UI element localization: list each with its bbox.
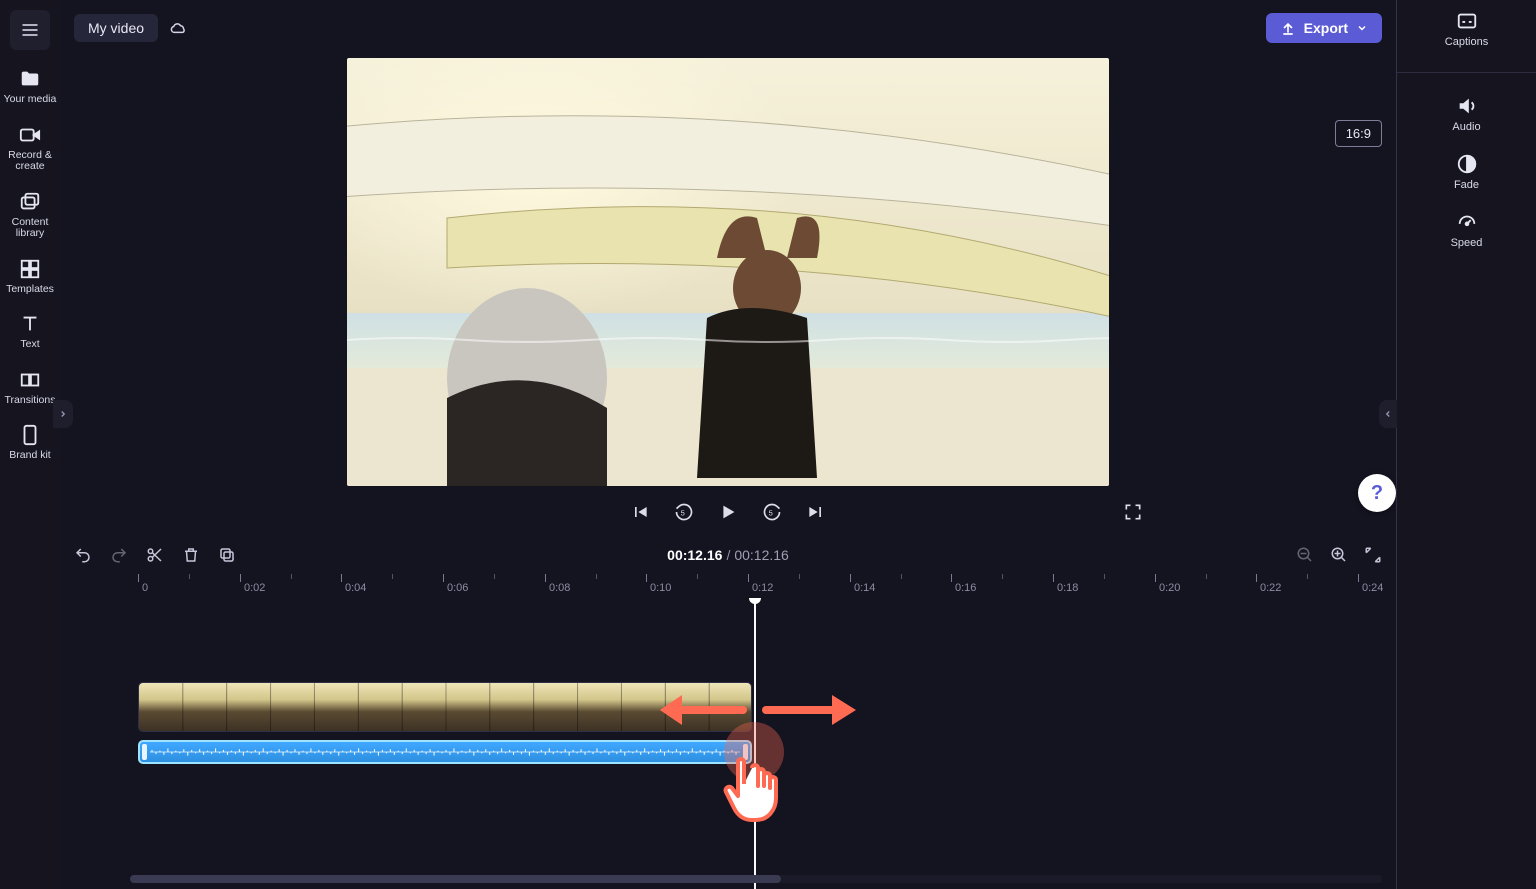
svg-text:5: 5 xyxy=(769,508,773,517)
sidebar-item-label: Audio xyxy=(1452,121,1480,133)
text-icon xyxy=(19,313,41,335)
main-menu-button[interactable] xyxy=(10,10,50,50)
sidebar-item-label: Fade xyxy=(1454,179,1479,191)
svg-text:5: 5 xyxy=(681,508,685,517)
aspect-ratio-button[interactable]: 16:9 xyxy=(1335,120,1382,147)
left-sidebar: Your media Record & create Content libra… xyxy=(0,0,60,889)
hamburger-icon xyxy=(20,20,40,40)
sidebar-item-label: Captions xyxy=(1445,36,1488,48)
timeline-ruler[interactable]: 00:020:040:060:080:100:120:140:160:180:2… xyxy=(60,574,1396,598)
redo-button[interactable] xyxy=(110,546,128,564)
split-button[interactable] xyxy=(146,546,164,564)
cloud-sync-icon[interactable] xyxy=(170,19,188,37)
fit-timeline-button[interactable] xyxy=(1364,546,1382,564)
zoom-in-button[interactable] xyxy=(1330,546,1348,564)
sidebar-item-templates[interactable]: Templates xyxy=(0,258,60,296)
timeline-scrollbar[interactable] xyxy=(130,875,1382,883)
video-clip-thumbnails xyxy=(139,683,751,731)
sidebar-item-label: Record & create xyxy=(8,150,52,173)
time-display: 00:12.16/00:12.16 xyxy=(667,547,789,563)
sidebar-item-audio[interactable]: Audio xyxy=(1397,95,1536,133)
record-icon xyxy=(19,124,41,146)
transitions-icon xyxy=(19,369,41,391)
skip-end-button[interactable] xyxy=(803,499,829,525)
sidebar-item-speed[interactable]: Speed xyxy=(1397,211,1536,249)
sidebar-item-brand-kit[interactable]: Brand kit xyxy=(0,424,60,462)
export-button-label: Export xyxy=(1304,20,1348,36)
chevron-down-icon xyxy=(1356,22,1368,34)
sidebar-item-text[interactable]: Text xyxy=(0,313,60,351)
sidebar-item-label: Text xyxy=(20,339,39,351)
timeline-toolbar: 00:12.16/00:12.16 xyxy=(60,540,1396,570)
templates-icon xyxy=(19,258,41,280)
fullscreen-button[interactable] xyxy=(1120,499,1146,525)
sidebar-item-label: Transitions xyxy=(5,395,56,407)
audio-waveform xyxy=(150,747,740,757)
current-time: 00:12.16 xyxy=(667,547,722,563)
skip-start-button[interactable] xyxy=(627,499,653,525)
timeline[interactable] xyxy=(60,598,1396,889)
delete-button[interactable] xyxy=(182,546,200,564)
project-name-input[interactable]: My video xyxy=(74,14,158,42)
audio-clip-trim-left-handle[interactable] xyxy=(142,744,147,760)
sidebar-item-label: Speed xyxy=(1451,237,1483,249)
library-icon xyxy=(19,191,41,213)
play-button[interactable] xyxy=(715,499,741,525)
video-preview[interactable] xyxy=(347,58,1109,486)
sidebar-item-label: Brand kit xyxy=(9,450,50,462)
zoom-out-button[interactable] xyxy=(1296,546,1314,564)
sidebar-item-label: Content library xyxy=(12,217,49,240)
fade-icon xyxy=(1456,153,1478,175)
right-sidebar: Captions Audio Fade Speed xyxy=(1397,0,1536,889)
sidebar-item-captions[interactable]: Captions xyxy=(1397,10,1536,48)
stage: 16:9 xyxy=(60,56,1396,536)
speed-icon xyxy=(1456,211,1478,233)
sidebar-item-your-media[interactable]: Your media xyxy=(0,68,60,106)
rewind-5-button[interactable]: 5 xyxy=(671,499,697,525)
export-button[interactable]: Export xyxy=(1266,13,1382,43)
folder-icon xyxy=(19,68,41,90)
sidebar-item-label: Your media xyxy=(4,94,57,106)
duplicate-button[interactable] xyxy=(218,546,236,564)
total-time: 00:12.16 xyxy=(734,547,789,563)
audio-icon xyxy=(1456,95,1478,117)
sidebar-item-record-create[interactable]: Record & create xyxy=(0,124,60,173)
tracks xyxy=(138,682,1394,764)
video-clip[interactable] xyxy=(138,682,752,732)
top-bar: My video Export xyxy=(60,0,1396,56)
timeline-scrollbar-thumb[interactable] xyxy=(130,875,781,883)
expand-right-panel-button[interactable] xyxy=(1379,400,1397,428)
brand-kit-icon xyxy=(19,424,41,446)
transport-controls: 5 5 ? xyxy=(60,492,1396,532)
upload-icon xyxy=(1280,20,1296,36)
sidebar-item-label: Templates xyxy=(6,284,54,296)
preview-frame-image xyxy=(347,58,1109,486)
question-icon: ? xyxy=(1371,482,1383,505)
audio-clip-trim-right-handle[interactable] xyxy=(743,744,748,760)
sidebar-item-fade[interactable]: Fade xyxy=(1397,153,1536,191)
forward-5-button[interactable]: 5 xyxy=(759,499,785,525)
captions-icon xyxy=(1456,10,1478,32)
chevron-left-icon xyxy=(1383,409,1393,419)
audio-clip[interactable] xyxy=(138,740,752,764)
sidebar-item-transitions[interactable]: Transitions xyxy=(0,369,60,407)
sidebar-item-content-library[interactable]: Content library xyxy=(0,191,60,240)
undo-button[interactable] xyxy=(74,546,92,564)
help-button[interactable]: ? xyxy=(1358,474,1396,512)
main-area: My video Export 16:9 xyxy=(60,0,1396,889)
